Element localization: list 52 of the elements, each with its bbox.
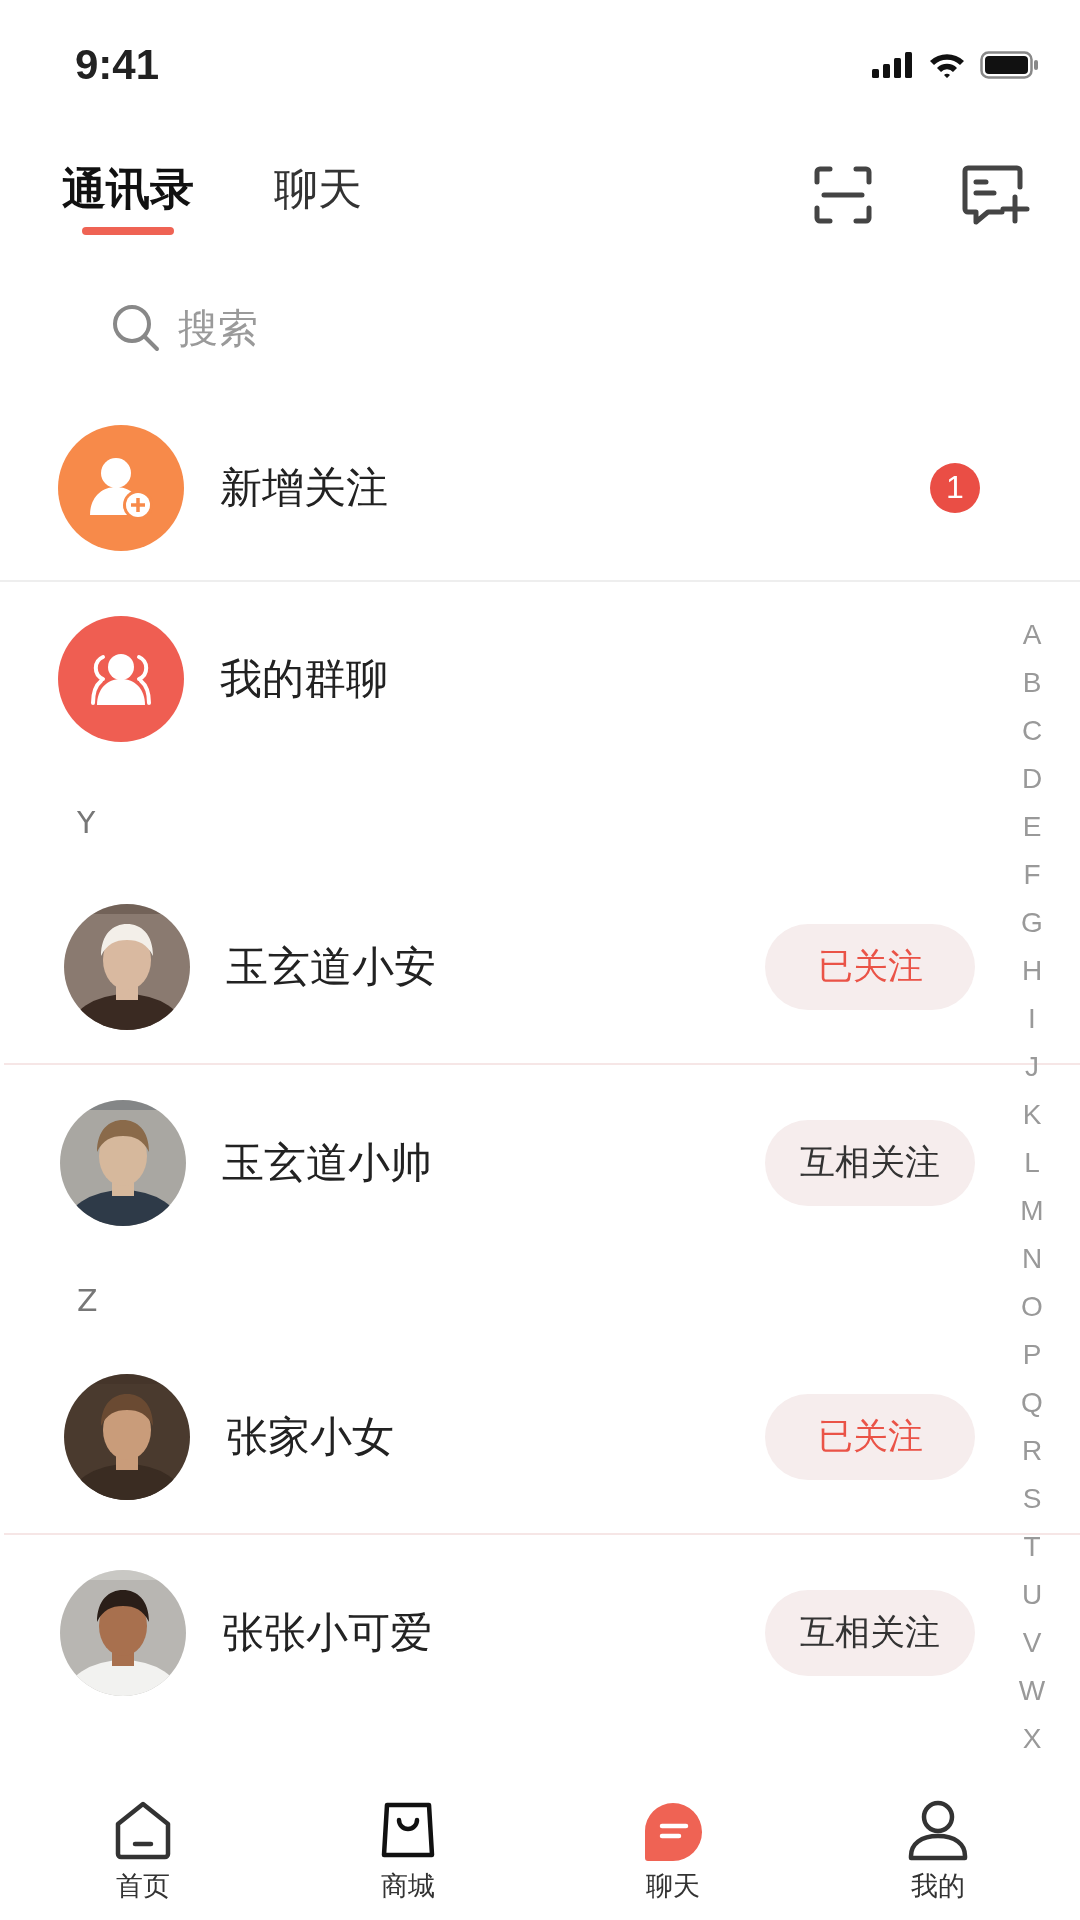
index-letter[interactable]: G xyxy=(1021,899,1043,947)
list-label[interactable]: 我的群聊 xyxy=(220,650,980,707)
index-letter[interactable]: S xyxy=(1022,1475,1042,1523)
index-letter[interactable]: O xyxy=(1021,1283,1043,1331)
index-letter[interactable]: A xyxy=(1022,611,1042,659)
signal-icon xyxy=(872,52,914,78)
wifi-icon xyxy=(928,51,966,79)
index-letter[interactable]: N xyxy=(1021,1235,1043,1283)
index-letter[interactable]: D xyxy=(1021,755,1043,803)
list-label[interactable]: 新增关注 xyxy=(220,459,930,516)
index-letter[interactable]: P xyxy=(1022,1331,1042,1379)
index-letter[interactable]: T xyxy=(1023,1523,1041,1571)
index-letter[interactable]: F xyxy=(1023,851,1041,899)
contact-name[interactable]: 张家小女 xyxy=(226,1408,765,1465)
section-letter: Y xyxy=(77,805,96,840)
index-letter[interactable]: R xyxy=(1021,1427,1043,1475)
nav-label[interactable]: 商城 xyxy=(380,1868,435,1904)
search-icon xyxy=(112,303,160,352)
index-letter[interactable]: Q xyxy=(1021,1379,1043,1427)
section-letter: Z xyxy=(77,1282,98,1318)
index-letter[interactable]: J xyxy=(1025,1043,1039,1091)
contact-name[interactable]: 玉玄道小安 xyxy=(226,938,765,995)
contact-name[interactable]: 玉玄道小帅 xyxy=(222,1134,765,1191)
index-letter[interactable]: U xyxy=(1021,1571,1043,1619)
index-letter[interactable]: B xyxy=(1022,659,1042,707)
index-letter[interactable]: I xyxy=(1028,995,1036,1043)
index-letter[interactable]: L xyxy=(1024,1139,1040,1187)
follow-status-button[interactable]: 互相关注 xyxy=(765,1119,975,1206)
battery-icon xyxy=(980,51,1040,79)
add-chat-icon[interactable] xyxy=(962,165,1030,225)
index-letter[interactable]: X xyxy=(1022,1715,1042,1763)
nav-label[interactable]: 我的 xyxy=(910,1868,965,1904)
tab[interactable]: 聊天 xyxy=(274,149,362,241)
nav-label[interactable]: 聊天 xyxy=(645,1868,700,1904)
index-letter[interactable]: E xyxy=(1022,803,1042,851)
index-letter[interactable]: W xyxy=(1018,1667,1046,1715)
person-icon[interactable] xyxy=(906,1800,969,1862)
search-field[interactable]: 搜索 xyxy=(178,304,578,351)
follow-status-button[interactable]: 已关注 xyxy=(765,923,975,1010)
follow-status-button[interactable]: 已关注 xyxy=(765,1393,975,1480)
status-time: 9:41 xyxy=(75,41,160,89)
contact-name[interactable]: 张张小可爱 xyxy=(222,1604,765,1661)
follow-status-button[interactable]: 互相关注 xyxy=(765,1589,975,1676)
tab[interactable]: 通讯录 xyxy=(62,149,194,241)
index-letter[interactable]: C xyxy=(1021,707,1043,755)
nav-label[interactable]: 首页 xyxy=(115,1868,170,1904)
index-letter[interactable]: H xyxy=(1021,947,1043,995)
index-letter[interactable]: K xyxy=(1022,1091,1042,1139)
count-badge: 1 xyxy=(930,462,980,513)
scan-icon[interactable] xyxy=(814,166,872,224)
index-letter[interactable]: M xyxy=(1020,1187,1044,1235)
index-letter[interactable]: V xyxy=(1022,1619,1042,1667)
